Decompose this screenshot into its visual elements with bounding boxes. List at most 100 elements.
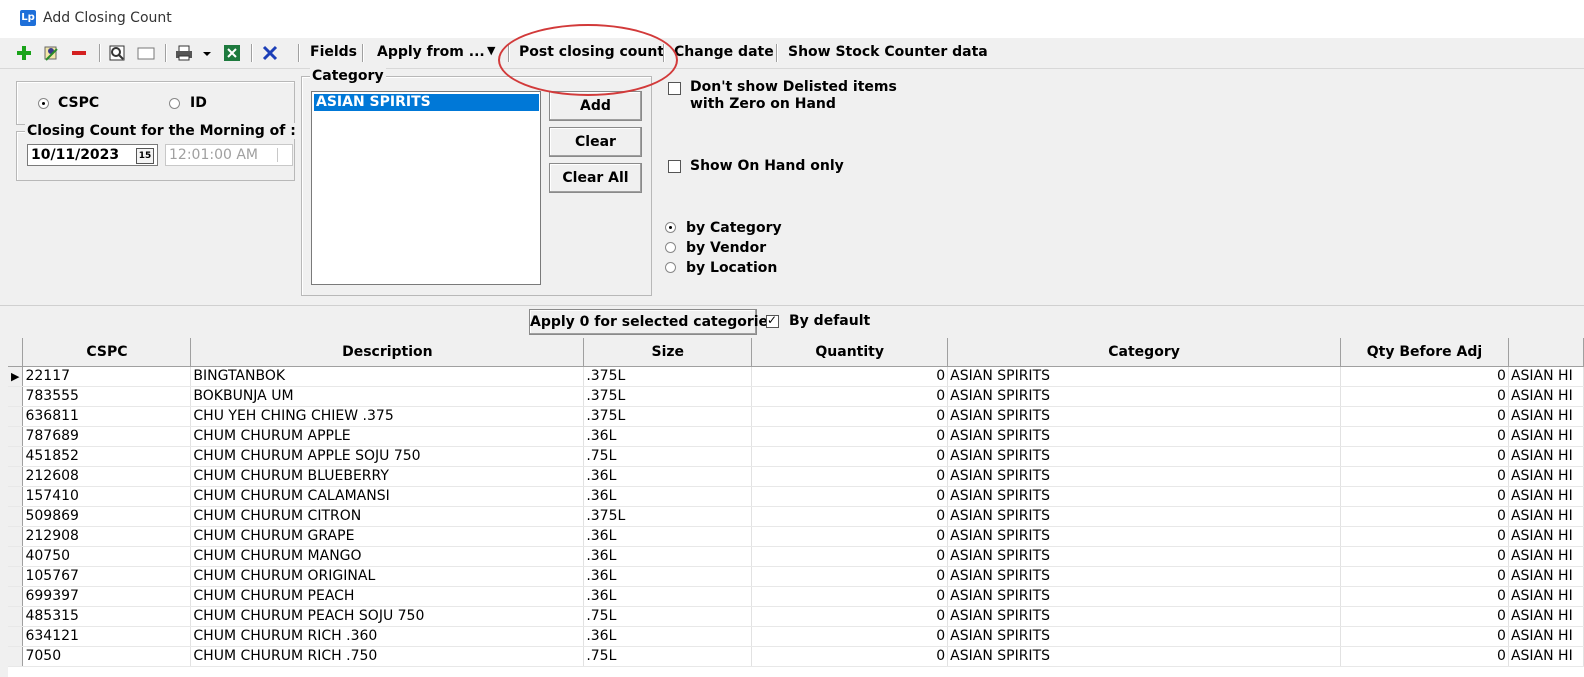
table-row[interactable]: 7050 CHUM CHURUM RICH .750.75L 0 ASIAN SPIR…: [8, 646, 1584, 667]
toolbar: Fields Apply from ... ▼ Post closing cou…: [0, 38, 1584, 69]
row-selector[interactable]: [8, 506, 24, 527]
table-row[interactable]: 485315 CHUM CHURUM PEACH SOJU 750.75L 0 ASI…: [8, 606, 1584, 627]
apply-from-button[interactable]: Apply from ...: [377, 44, 485, 62]
qty-before-adj-cell: 0: [1340, 406, 1509, 427]
row-selector[interactable]: [8, 386, 24, 407]
add-button[interactable]: Add: [549, 91, 642, 121]
by-vendor-radio[interactable]: [665, 242, 676, 253]
table-row[interactable]: 787689 CHUM CHURUM APPLE .36L 0 ASIAN SPIRIT…: [8, 426, 1584, 447]
change-date-button[interactable]: Change date: [674, 44, 774, 62]
blank-page-icon[interactable]: [137, 44, 155, 62]
category-listbox[interactable]: ASIAN SPIRITS: [311, 91, 541, 285]
table-row[interactable]: ▶ 22117 BINGTANBOK .375L 0 ASIAN SPIRITS 0 ASIA…: [8, 366, 1584, 387]
delisted-checkbox[interactable]: [668, 82, 681, 95]
quantity-cell[interactable]: 0: [751, 526, 949, 547]
table-row[interactable]: 509869 CHUM CHURUM CITRON .375L 0 ASIAN SPIR…: [8, 506, 1584, 527]
category-cell: ASIAN SPIRITS: [947, 626, 1341, 647]
quantity-cell[interactable]: 0: [751, 466, 949, 487]
clear-button[interactable]: Clear: [549, 127, 642, 157]
closing-date-field[interactable]: 10/11/2023 15: [27, 144, 158, 166]
preview-icon[interactable]: [108, 44, 126, 62]
quantity-cell[interactable]: 0: [751, 446, 949, 467]
on-hand-checkbox[interactable]: [668, 160, 681, 173]
post-closing-count-button[interactable]: Post closing count: [519, 44, 664, 62]
column-header-size[interactable]: Size: [583, 338, 753, 367]
dropdown-arrow-icon[interactable]: [201, 44, 213, 62]
quantity-cell[interactable]: 0: [751, 646, 949, 667]
column-header-quantity[interactable]: Quantity: [751, 338, 949, 367]
by-category-radio[interactable]: [665, 222, 676, 233]
table-row[interactable]: 212908 CHUM CHURUM GRAPE .36L 0 ASIAN SPIRIT…: [8, 526, 1584, 547]
table-row[interactable]: 783555 BOKBUNJA UM .375L 0 ASIAN SPIRITS 0 ASI…: [8, 386, 1584, 407]
row-selector[interactable]: [8, 486, 24, 507]
quantity-cell[interactable]: 0: [751, 546, 949, 567]
table-row[interactable]: 212608 CHUM CHURUM BLUEBERRY .36L 0 ASIAN SP…: [8, 466, 1584, 487]
table-row[interactable]: 634121 CHUM CHURUM RICH .360.36L 0 ASIAN SP…: [8, 626, 1584, 647]
category-group: Category ASIAN SPIRITS Add Clear Clear A…: [301, 68, 652, 296]
fields-button[interactable]: Fields: [310, 44, 357, 62]
quantity-cell[interactable]: 0: [751, 366, 949, 387]
category-cell: ASIAN SPIRITS: [947, 546, 1341, 567]
row-selector[interactable]: [8, 626, 24, 647]
category-cell: ASIAN SPIRITS: [947, 606, 1341, 627]
quantity-cell[interactable]: 0: [751, 406, 949, 427]
cspc-radio[interactable]: [38, 98, 49, 109]
toolbar-separator: [508, 44, 510, 62]
table-row[interactable]: 157410 CHUM CHURUM CALAMANSI .36L 0 ASIAN SP…: [8, 486, 1584, 507]
add-icon[interactable]: [15, 44, 33, 62]
row-selector[interactable]: [8, 586, 24, 607]
row-selector[interactable]: [8, 446, 24, 467]
row-selector[interactable]: [8, 466, 24, 487]
row-selector[interactable]: [8, 406, 24, 427]
column-header-category[interactable]: Category: [947, 338, 1341, 367]
current-row-marker[interactable]: ▶: [8, 366, 24, 387]
row-selector[interactable]: [8, 546, 24, 567]
cspc-cell: 485315: [22, 606, 192, 627]
id-radio[interactable]: [169, 98, 180, 109]
column-header-extra[interactable]: [1508, 338, 1584, 367]
cspc-cell: 699397: [22, 586, 192, 607]
quantity-cell[interactable]: 0: [751, 606, 949, 627]
apply-from-dropdown-icon[interactable]: ▼: [487, 44, 495, 62]
category-cell: ASIAN SPIRITS: [947, 506, 1341, 527]
quantity-cell[interactable]: 0: [751, 426, 949, 447]
column-header-cspc[interactable]: CSPC: [22, 338, 192, 367]
quantity-cell[interactable]: 0: [751, 626, 949, 647]
qty-before-adj-cell: 0: [1340, 486, 1509, 507]
row-selector[interactable]: [8, 646, 24, 667]
by-location-radio[interactable]: [665, 262, 676, 273]
print-icon[interactable]: [175, 44, 193, 62]
excel-icon[interactable]: [223, 44, 241, 62]
category-list-item[interactable]: ASIAN SPIRITS: [314, 94, 539, 111]
row-selector[interactable]: [8, 606, 24, 627]
delisted-label-line2: with Zero on Hand: [690, 96, 836, 112]
category-cell: ASIAN SPIRITS: [947, 386, 1341, 407]
calendar-icon[interactable]: 15: [136, 148, 154, 164]
clear-all-button[interactable]: Clear All: [549, 163, 642, 193]
table-row[interactable]: 636811 CHU YEH CHING CHIEW .375.375L 0 ASIA…: [8, 406, 1584, 427]
quantity-cell[interactable]: 0: [751, 506, 949, 527]
by-default-checkbox[interactable]: [766, 313, 779, 328]
table-row[interactable]: 699397 CHUM CHURUM PEACH .36L 0 ASIAN SPIRIT…: [8, 586, 1584, 607]
quantity-cell[interactable]: 0: [751, 586, 949, 607]
closing-count-grid[interactable]: CSPC Description Size Quantity Category …: [8, 338, 1584, 677]
close-icon[interactable]: [261, 44, 279, 62]
quantity-cell[interactable]: 0: [751, 566, 949, 587]
column-header-description[interactable]: Description: [190, 338, 585, 367]
column-header-qty-before-adj[interactable]: Qty Before Adj: [1340, 338, 1509, 367]
row-selector[interactable]: [8, 426, 24, 447]
table-row[interactable]: 105767 CHUM CHURUM ORIGINAL .36L 0 ASIAN SPI…: [8, 566, 1584, 587]
apply-zero-button[interactable]: Apply 0 for selected categories: [529, 309, 776, 335]
qty-before-adj-cell: 0: [1340, 426, 1509, 447]
table-row[interactable]: 40750 CHUM CHURUM MANGO .36L 0 ASIAN SPIRITS…: [8, 546, 1584, 567]
by-location-label: by Location: [686, 260, 778, 276]
quantity-cell[interactable]: 0: [751, 386, 949, 407]
show-stock-counter-button[interactable]: Show Stock Counter data: [788, 44, 988, 62]
row-selector[interactable]: [8, 566, 24, 587]
edit-icon[interactable]: [42, 44, 60, 62]
delete-icon[interactable]: [70, 44, 88, 62]
quantity-cell[interactable]: 0: [751, 486, 949, 507]
qty-before-adj-cell: 0: [1340, 466, 1509, 487]
row-selector[interactable]: [8, 526, 24, 547]
table-row[interactable]: 451852 CHUM CHURUM APPLE SOJU 750.75L 0 ASI…: [8, 446, 1584, 467]
